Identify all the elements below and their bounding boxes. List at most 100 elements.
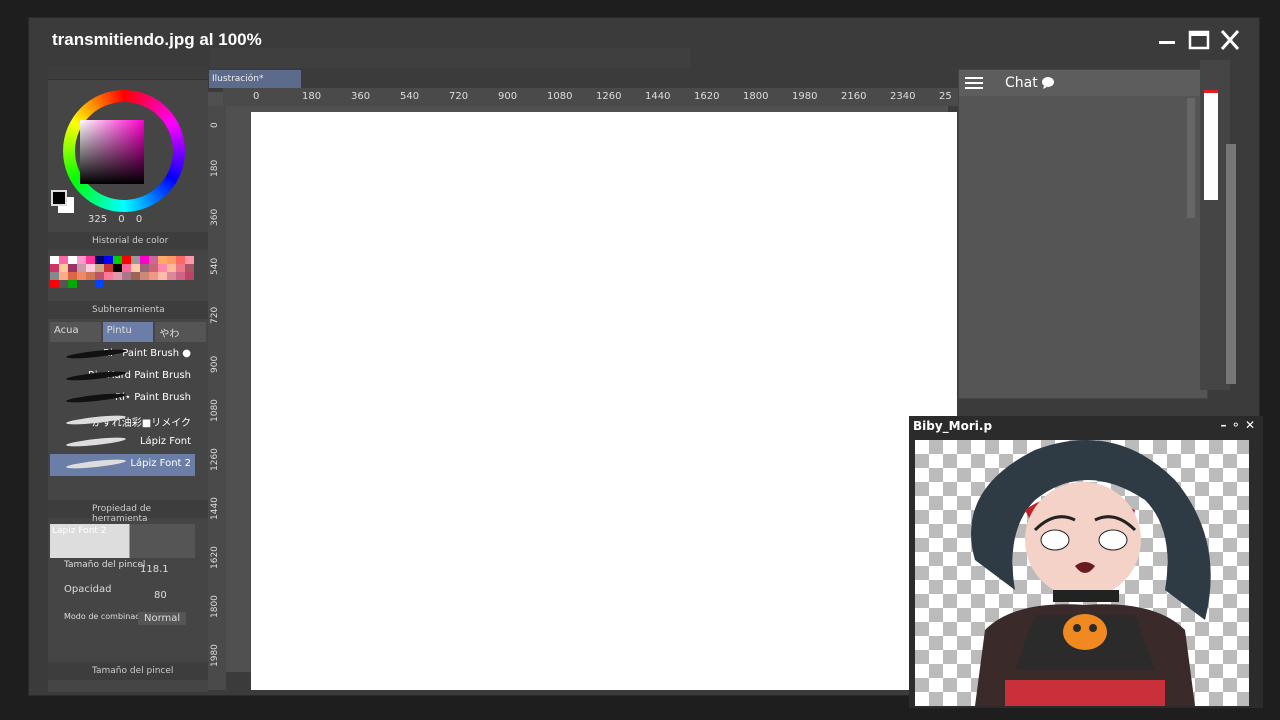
color-swatch[interactable] (167, 256, 176, 264)
color-swatch[interactable] (149, 264, 158, 272)
document-tab[interactable]: Ilustración* (209, 70, 301, 88)
color-swatch[interactable] (59, 256, 68, 264)
color-swatch[interactable] (113, 264, 122, 272)
color-swatch[interactable] (86, 272, 95, 280)
color-swatch[interactable] (68, 272, 77, 280)
color-swatch[interactable] (68, 264, 77, 272)
color-swatch[interactable] (176, 256, 185, 264)
brush-size-value[interactable]: 118.1 (140, 564, 169, 575)
color-swatch[interactable] (68, 280, 77, 288)
color-swatch[interactable] (95, 280, 104, 288)
color-swatch[interactable] (149, 256, 158, 264)
color-swatch[interactable] (68, 256, 77, 264)
saturation-value-square[interactable] (80, 120, 144, 184)
color-swatch[interactable] (149, 272, 158, 280)
color-history-palette (50, 256, 194, 288)
ruler-tick-label: 1440 (210, 497, 220, 520)
speech-bubble-icon (1042, 77, 1054, 89)
color-swatch[interactable] (167, 280, 176, 288)
color-swatch[interactable] (113, 280, 122, 288)
color-swatch[interactable] (104, 280, 113, 288)
brush-item-selected[interactable]: Lápiz Font 2 (50, 454, 195, 476)
overlay-close-icon[interactable]: – ⚬ ✕ (1221, 418, 1255, 432)
color-swatch[interactable] (59, 264, 68, 272)
color-swatch[interactable] (50, 264, 59, 272)
brush-item[interactable]: Ri⋆ Paint Brush (50, 388, 195, 410)
color-swatch[interactable] (176, 272, 185, 280)
color-swatch[interactable] (77, 272, 86, 280)
color-swatch[interactable] (122, 264, 131, 272)
color-swatch[interactable] (131, 256, 140, 264)
ruler-tick-label: 1800 (743, 91, 769, 102)
color-swatch[interactable] (50, 280, 59, 288)
minimize-button[interactable] (1154, 28, 1180, 52)
color-swatch[interactable] (86, 264, 95, 272)
subtool-tab[interactable]: Acua (50, 322, 101, 342)
color-swatch[interactable] (50, 272, 59, 280)
menu-icon[interactable] (965, 76, 985, 92)
brush-label: Lápiz Font (139, 436, 191, 447)
color-swatch[interactable] (185, 256, 194, 264)
color-swatch[interactable] (131, 264, 140, 272)
color-swatch[interactable] (131, 272, 140, 280)
color-swatch[interactable] (50, 256, 59, 264)
subtool-tab[interactable]: やわ (155, 322, 207, 342)
color-swatch[interactable] (140, 280, 149, 288)
color-swatch[interactable] (149, 280, 158, 288)
brush-item[interactable]: Ri⋆ Hard Paint Brush (50, 366, 195, 388)
color-swatch[interactable] (167, 272, 176, 280)
overlay-title: Biby_Mori.p (913, 419, 993, 433)
drawing-canvas[interactable] (251, 112, 957, 690)
color-swatch[interactable] (131, 280, 140, 288)
color-swatch[interactable] (59, 280, 68, 288)
color-swatch[interactable] (104, 256, 113, 264)
color-swatch[interactable] (122, 256, 131, 264)
brush-item[interactable]: Ri⋆ Paint Brush ● (50, 344, 195, 366)
blend-mode-select[interactable]: Normal (138, 612, 187, 625)
color-swatch[interactable] (122, 272, 131, 280)
color-swatch[interactable] (104, 264, 113, 272)
right-scrollbar[interactable] (1226, 144, 1236, 384)
ruler-tick-label: 360 (210, 208, 220, 226)
brush-item[interactable]: かすれ油彩■リメイク (50, 410, 195, 432)
color-swatch[interactable] (104, 272, 113, 280)
color-swatch[interactable] (113, 272, 122, 280)
ruler-tick-label: 180 (302, 91, 322, 102)
color-swatch[interactable] (77, 264, 86, 272)
ruler-tick-label: 540 (400, 91, 420, 102)
close-button[interactable] (1217, 28, 1243, 52)
chat-scrollbar[interactable] (1187, 98, 1195, 218)
color-swatch[interactable] (158, 280, 167, 288)
opacity-value[interactable]: 80 (154, 590, 167, 601)
ruler-tick-label: 25 (939, 91, 952, 102)
color-swatch[interactable] (140, 272, 149, 280)
color-swatch[interactable] (113, 256, 122, 264)
color-swatch[interactable] (140, 264, 149, 272)
color-swatch[interactable] (185, 280, 194, 288)
chat-header: Chat (959, 70, 1207, 96)
ruler-tick-label: 1260 (210, 448, 220, 471)
color-swatch[interactable] (77, 280, 86, 288)
brush-item[interactable]: Lápiz Font (50, 432, 195, 454)
color-swatch[interactable] (176, 264, 185, 272)
color-swatch[interactable] (86, 256, 95, 264)
color-swatch[interactable] (77, 256, 86, 264)
color-swatch[interactable] (158, 256, 167, 264)
color-swatch[interactable] (158, 272, 167, 280)
maximize-button[interactable] (1186, 28, 1212, 52)
color-swatch[interactable] (185, 272, 194, 280)
foreground-color-swatch[interactable] (51, 190, 67, 206)
color-swatch[interactable] (140, 256, 149, 264)
subtool-tab[interactable]: Pintu (102, 322, 154, 342)
color-swatch[interactable] (167, 264, 176, 272)
color-swatch[interactable] (86, 280, 95, 288)
color-swatch[interactable] (95, 264, 104, 272)
color-swatch[interactable] (95, 272, 104, 280)
red-slider[interactable] (1204, 90, 1218, 200)
color-swatch[interactable] (95, 256, 104, 264)
color-swatch[interactable] (176, 280, 185, 288)
color-swatch[interactable] (158, 264, 167, 272)
color-swatch[interactable] (59, 272, 68, 280)
color-swatch[interactable] (185, 264, 194, 272)
color-swatch[interactable] (122, 280, 131, 288)
